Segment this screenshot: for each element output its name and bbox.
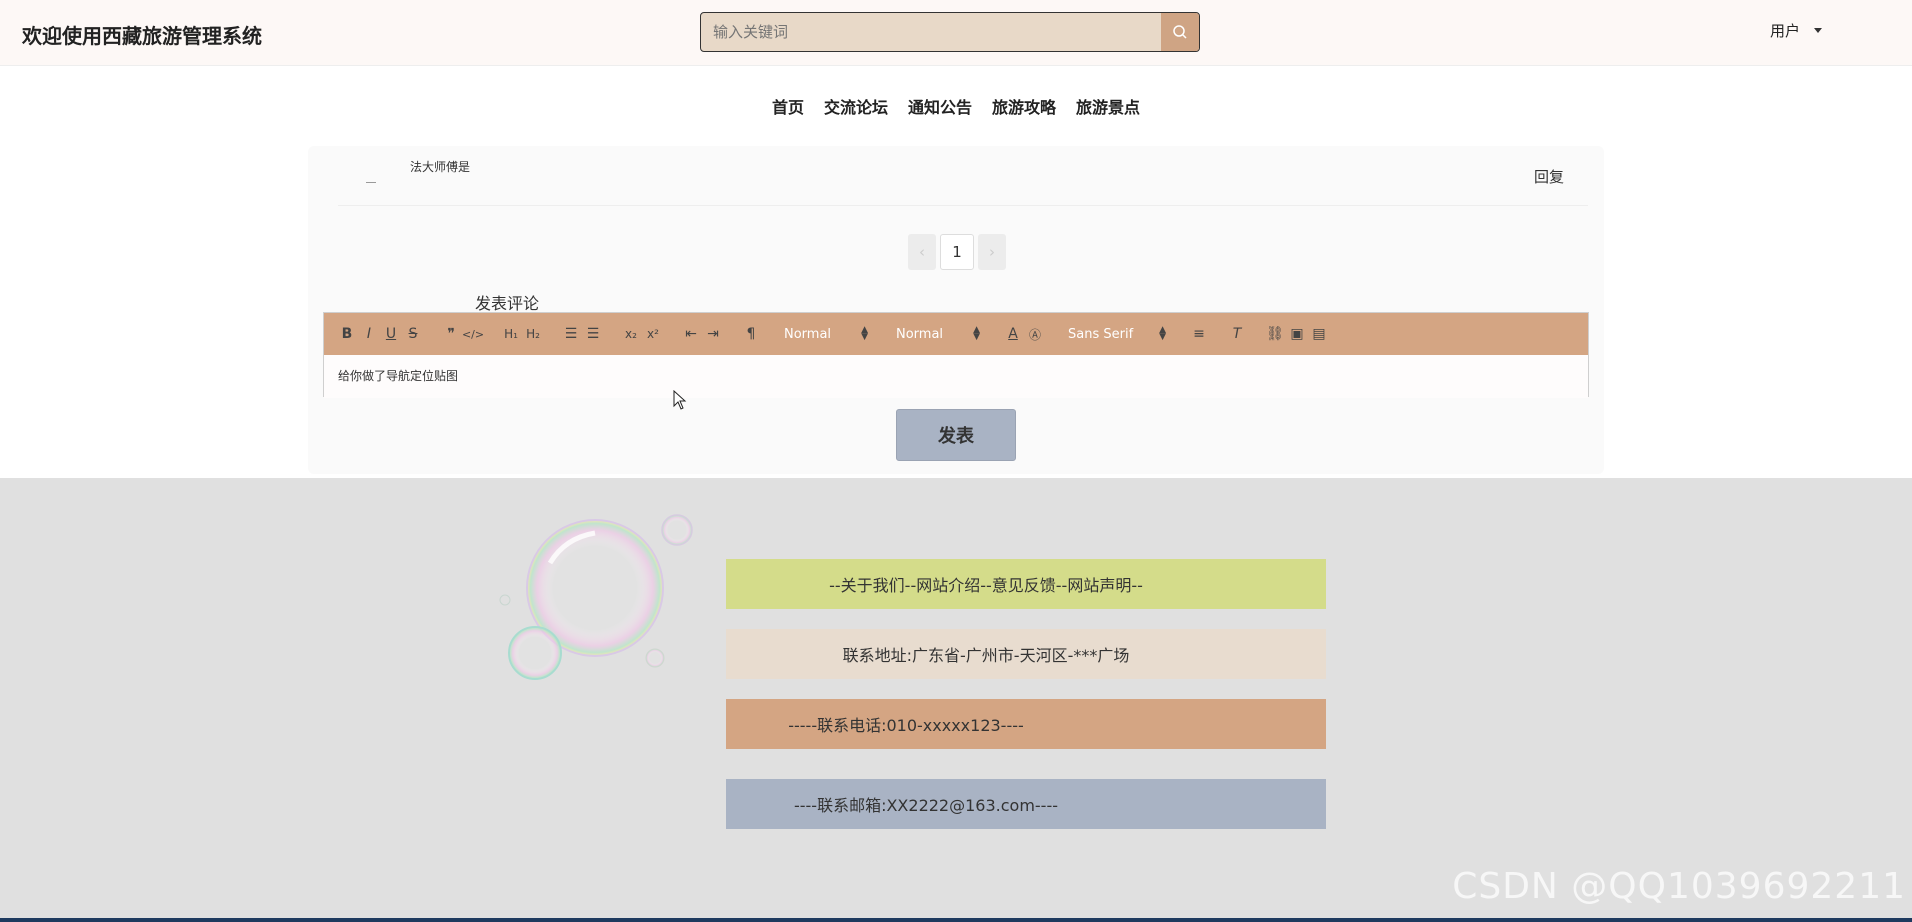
post-comment-label: 发表评论: [475, 294, 540, 313]
blockquote-icon[interactable]: ❞: [440, 323, 462, 345]
nav-notices[interactable]: 通知公告: [908, 94, 972, 118]
main-nav: 首页 交流论坛 通知公告 旅游攻略 旅游景点: [0, 66, 1912, 146]
code-block-icon[interactable]: </>: [462, 323, 484, 345]
updown-icon: ▲ ▼: [1159, 325, 1166, 342]
video-icon[interactable]: ▤: [1308, 323, 1330, 345]
next-page-button[interactable]: ›: [978, 234, 1006, 270]
size-select[interactable]: Normal ▲ ▼: [890, 325, 986, 342]
site-title: 欢迎使用西藏旅游管理系统: [22, 24, 262, 48]
comment-text: 法大师傅是: [410, 160, 471, 174]
underline-button[interactable]: U: [380, 323, 402, 345]
pagination: ‹ 1 ›: [908, 234, 1006, 270]
footer-address-text: 联系地址:广东省-广州市-天河区-***广场: [842, 646, 1130, 665]
ordered-list-icon[interactable]: ☰: [560, 323, 582, 345]
background-color-icon[interactable]: Ⓐ: [1024, 323, 1046, 345]
footer-email-text: ----联系邮箱:XX2222@163.com----: [793, 796, 1059, 815]
footer: --关于我们--网站介绍--意见反馈--网站声明-- 联系地址:广东省-广州市-…: [0, 478, 1912, 922]
forum-detail-panel: 法大师傅是 回复 ‹ 1 › 发表评论 B I U S ❞ </> H₁ H₂ …: [308, 146, 1604, 474]
nav-guides[interactable]: 旅游攻略: [992, 94, 1056, 118]
user-label: 用户: [1770, 22, 1801, 40]
mouse-cursor-icon: [673, 390, 687, 410]
nav-attractions[interactable]: 旅游景点: [1076, 94, 1140, 118]
footer-address-bar: 联系地址:广东省-广州市-天河区-***广场: [726, 629, 1326, 679]
bubbles-icon: [499, 514, 693, 680]
image-icon[interactable]: ▣: [1286, 323, 1308, 345]
subscript-button[interactable]: x₂: [620, 323, 642, 345]
nav-forum[interactable]: 交流论坛: [824, 94, 888, 118]
user-menu[interactable]: 用户: [1770, 20, 1823, 41]
caret-down-icon: [1814, 28, 1823, 33]
bold-button[interactable]: B: [336, 323, 358, 345]
prev-page-button[interactable]: ‹: [908, 234, 936, 270]
clear-format-icon[interactable]: T: [1226, 323, 1248, 345]
font-select[interactable]: Sans Serif ▲ ▼: [1062, 325, 1172, 342]
editor-toolbar: B I U S ❞ </> H₁ H₂ ☰ ☰ x₂ x² ⇤ ⇥ ¶ Norm…: [324, 313, 1588, 355]
footer-email-bar: ----联系邮箱:XX2222@163.com----: [726, 779, 1326, 829]
bottom-strip: [0, 918, 1912, 922]
updown-icon: ▲ ▼: [973, 325, 980, 342]
strike-button[interactable]: S: [402, 323, 424, 345]
indent-icon[interactable]: ⇥: [702, 323, 724, 345]
heading2-button[interactable]: H₂: [522, 323, 544, 345]
heading1-button[interactable]: H₁: [500, 323, 522, 345]
editor-input[interactable]: 给你做了导航定位贴图: [324, 355, 1588, 398]
header-select[interactable]: Normal ▲ ▼: [778, 325, 874, 342]
footer-about-text: --关于我们--网站介绍--意见反馈--网站声明--: [829, 576, 1143, 595]
publish-button[interactable]: 发表: [896, 409, 1016, 461]
superscript-button[interactable]: x²: [642, 323, 664, 345]
search-icon: [1173, 25, 1187, 39]
link-icon[interactable]: ⛓: [1264, 323, 1286, 345]
footer-phone-text: -----联系电话:010-xxxxx123----: [788, 716, 1024, 735]
align-icon[interactable]: ≡: [1188, 323, 1210, 345]
header-select-value: Normal: [784, 326, 832, 342]
search-button[interactable]: [1161, 13, 1199, 51]
text-direction-icon[interactable]: ¶: [740, 323, 762, 345]
top-header: 欢迎使用西藏旅游管理系统 用户: [0, 0, 1912, 66]
search-box: [700, 12, 1200, 52]
search-input[interactable]: [701, 13, 1161, 51]
text-color-icon[interactable]: A: [1002, 323, 1024, 345]
updown-icon: ▲ ▼: [861, 325, 868, 342]
page-number-1[interactable]: 1: [940, 234, 974, 270]
comment-item: 法大师傅是 回复: [338, 146, 1588, 206]
size-select-value: Normal: [896, 326, 944, 342]
rich-text-editor: B I U S ❞ </> H₁ H₂ ☰ ☰ x₂ x² ⇤ ⇥ ¶ Norm…: [323, 312, 1589, 398]
footer-about-bar[interactable]: --关于我们--网站介绍--意见反馈--网站声明--: [726, 559, 1326, 609]
bullet-list-icon[interactable]: ☰: [582, 323, 604, 345]
reply-link[interactable]: 回复: [1534, 166, 1564, 187]
font-select-value: Sans Serif: [1068, 326, 1134, 342]
watermark: CSDN @QQ1039692211: [1452, 866, 1906, 907]
avatar: [348, 154, 392, 198]
nav-home[interactable]: 首页: [772, 94, 804, 118]
italic-button[interactable]: I: [358, 323, 380, 345]
outdent-icon[interactable]: ⇤: [680, 323, 702, 345]
footer-phone-bar: -----联系电话:010-xxxxx123----: [726, 699, 1326, 749]
